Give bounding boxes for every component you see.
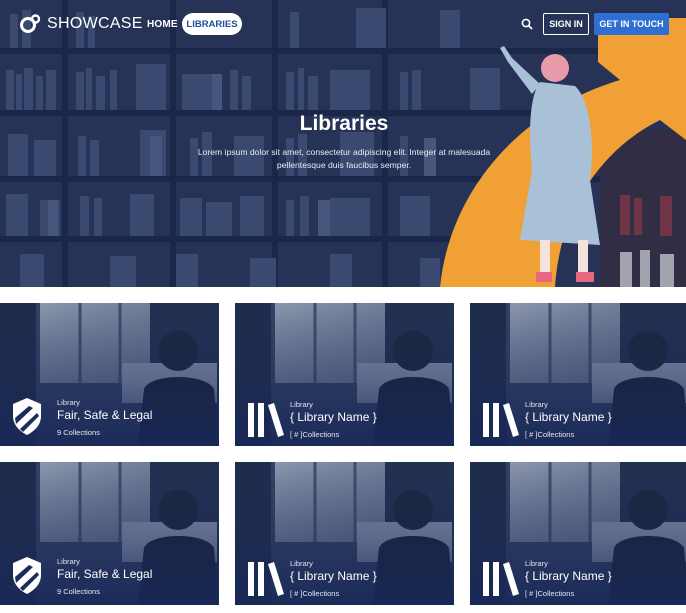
card-library-name[interactable]: { Library Name } (290, 410, 377, 424)
shield-icon (13, 557, 41, 594)
card-collections-count: [ # ]Collections (290, 589, 340, 598)
books-icon (483, 403, 519, 437)
books-icon (248, 403, 284, 437)
card-text: Library{ Library Name } [ # ]Collections (290, 559, 377, 598)
hero-banner: SHOWCASE HOME LIBRARIES SIGN IN GET IN T… (0, 0, 686, 287)
card-text: Library Fair, Safe & Legal 9 Collections (57, 398, 152, 437)
card-collections-count: [ # ]Collections (290, 430, 340, 439)
card-type-label: Library (57, 557, 80, 566)
page-subtitle: Lorem ipsum dolor sit amet, consectetur … (197, 147, 491, 170)
card-type-label: Library (525, 559, 548, 568)
card-collections-count: [ # ]Collections (525, 589, 575, 598)
shield-icon (13, 398, 41, 435)
card-text: Library Fair, Safe & Legal 9 Collections (57, 557, 152, 596)
card-type-label: Library (290, 400, 313, 409)
library-card[interactable]: Library Fair, Safe & Legal 9 Collections (0, 303, 219, 446)
card-collections-count: 9 Collections (57, 587, 100, 596)
nav-libraries-link[interactable]: LIBRARIES (182, 13, 242, 35)
books-icon (248, 562, 284, 596)
library-card[interactable]: Library{ Library Name } [ # ]Collections (470, 303, 686, 446)
logo-text: SHOWCASE (47, 15, 143, 32)
card-text: Library{ Library Name } [ # ]Collections (525, 559, 612, 598)
showcase-logo[interactable]: SHOWCASE (19, 14, 143, 34)
card-text: Library{ Library Name } [ # ]Collections (290, 400, 377, 439)
card-library-name[interactable]: Fair, Safe & Legal (57, 567, 152, 581)
card-library-name[interactable]: { Library Name } (525, 569, 612, 583)
card-type-label: Library (57, 398, 80, 407)
sign-in-button[interactable]: SIGN IN (543, 13, 589, 35)
page-title: Libraries (299, 112, 389, 135)
card-collections-count: [ # ]Collections (525, 430, 575, 439)
card-collections-count: 9 Collections (57, 428, 100, 437)
library-card[interactable]: Library{ Library Name } [ # ]Collections (470, 462, 686, 605)
get-in-touch-button[interactable]: GET IN TOUCH (594, 13, 669, 35)
nav-home-link[interactable]: HOME (147, 19, 178, 30)
card-library-name[interactable]: { Library Name } (525, 410, 612, 424)
books-icon (483, 562, 519, 596)
top-navigation: SHOWCASE HOME LIBRARIES SIGN IN GET IN T… (0, 0, 686, 50)
card-text: Library{ Library Name } [ # ]Collections (525, 400, 612, 439)
card-library-name[interactable]: Fair, Safe & Legal (57, 408, 152, 422)
card-type-label: Library (525, 400, 548, 409)
card-library-name[interactable]: { Library Name } (290, 569, 377, 583)
logo-icon (20, 14, 41, 33)
library-card[interactable]: Library Fair, Safe & Legal 9 Collections (0, 462, 219, 605)
search-icon[interactable] (521, 18, 533, 30)
library-card[interactable]: Library{ Library Name } [ # ]Collections (235, 303, 454, 446)
card-type-label: Library (290, 559, 313, 568)
library-card[interactable]: Library{ Library Name } [ # ]Collections (235, 462, 454, 605)
